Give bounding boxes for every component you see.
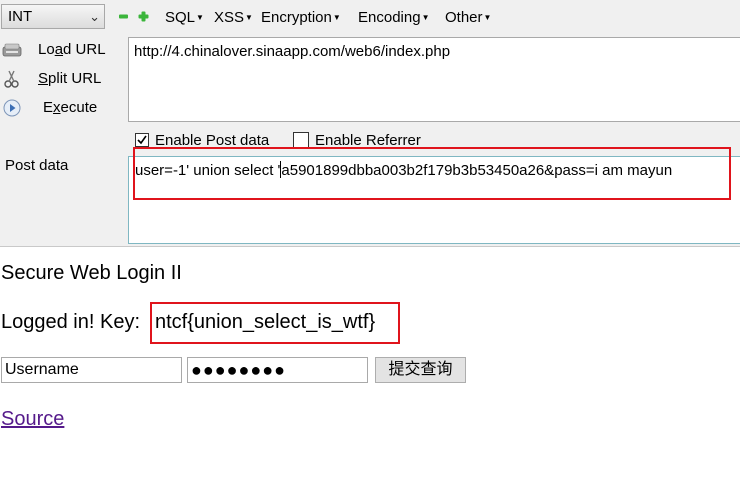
menu-other[interactable]: Other▼ <box>445 8 491 28</box>
source-link[interactable]: Source <box>1 407 64 431</box>
caret-down-icon: ▼ <box>245 13 253 23</box>
execute-label-key: x <box>53 99 61 116</box>
split-url-label-key: S <box>38 70 49 87</box>
post-data-text: user=-1' union select 'a5901899dbba003b2… <box>135 161 672 181</box>
chevron-down-icon: ⌄ <box>89 9 100 24</box>
enable-post-option[interactable]: Enable Post data <box>135 131 269 151</box>
menu-encryption-label: Encryption <box>261 9 332 26</box>
post-data-after-caret: a5901899dbba003b2f179b3b53450a26&pass=i … <box>281 162 673 179</box>
enable-referrer-label: Enable Referrer <box>315 132 421 149</box>
caret-down-icon: ▼ <box>421 13 430 23</box>
key-highlight-box <box>150 302 400 344</box>
post-data-before-caret: user=-1' union select ' <box>135 162 281 179</box>
hackbar-panel: INT ⌄ SQL▼ XSS▼ Encryption▼ Encoding▼ Ot… <box>0 0 740 246</box>
play-icon <box>3 99 21 117</box>
plus-icon[interactable] <box>138 11 149 22</box>
menu-sql-label: SQL <box>165 9 196 26</box>
execute-button[interactable]: Execute <box>0 95 122 121</box>
execute-label-post: ecute <box>60 99 98 116</box>
menu-encoding[interactable]: Encoding▼ <box>358 8 429 28</box>
int-type-select[interactable]: INT ⌄ <box>1 4 105 29</box>
menu-encoding-label: Encoding <box>358 9 421 26</box>
split-url-label-post: plit URL <box>48 70 102 87</box>
submit-button[interactable]: 提交查询 <box>375 357 466 383</box>
enable-referrer-option[interactable]: Enable Referrer <box>293 131 421 151</box>
caret-down-icon: ▼ <box>196 13 204 23</box>
post-data-input[interactable]: user=-1' union select 'a5901899dbba003b2… <box>128 156 740 244</box>
split-url-button[interactable]: Split URL <box>0 66 122 92</box>
menu-encryption[interactable]: Encryption▼ <box>261 8 341 28</box>
execute-label-pre: E <box>43 99 54 116</box>
enable-post-label: Enable Post data <box>155 132 270 149</box>
execute-label: Execute <box>43 98 97 118</box>
post-data-label: Post data <box>5 157 69 174</box>
load-url-label-post: d URL <box>63 41 106 58</box>
url-input[interactable]: http://4.chinalover.sinaapp.com/web6/ind… <box>128 37 740 122</box>
menu-sql[interactable]: SQL▼ <box>165 8 204 28</box>
scissors-icon <box>4 70 19 88</box>
load-url-button[interactable]: Load URL <box>0 37 122 63</box>
username-input[interactable]: Username <box>1 357 182 383</box>
menu-xss-label: XSS <box>214 9 245 26</box>
logged-in-text: Logged in! Key: <box>1 311 140 333</box>
load-url-label-pre: Lo <box>38 41 55 58</box>
divider <box>0 246 740 247</box>
page-title: Secure Web Login II <box>1 262 182 284</box>
int-type-value: INT <box>8 8 33 25</box>
menu-other-label: Other <box>445 9 483 26</box>
load-url-label-key: a <box>54 41 64 58</box>
minus-icon[interactable] <box>118 11 129 22</box>
split-url-label: Split URL <box>38 69 101 89</box>
enable-referrer-checkbox[interactable] <box>293 132 309 148</box>
caret-down-icon: ▼ <box>483 13 492 23</box>
enable-post-checkbox[interactable] <box>135 133 149 147</box>
caret-down-icon: ▼ <box>332 13 341 23</box>
load-url-icon <box>2 43 22 57</box>
load-url-label: Load URL <box>38 40 106 60</box>
hackbar-toolbar: INT ⌄ SQL▼ XSS▼ Encryption▼ Encoding▼ Ot… <box>0 0 740 36</box>
password-input[interactable]: ●●●●●●●● <box>187 357 368 383</box>
checkmark-icon <box>137 135 147 145</box>
menu-xss[interactable]: XSS▼ <box>214 8 253 28</box>
